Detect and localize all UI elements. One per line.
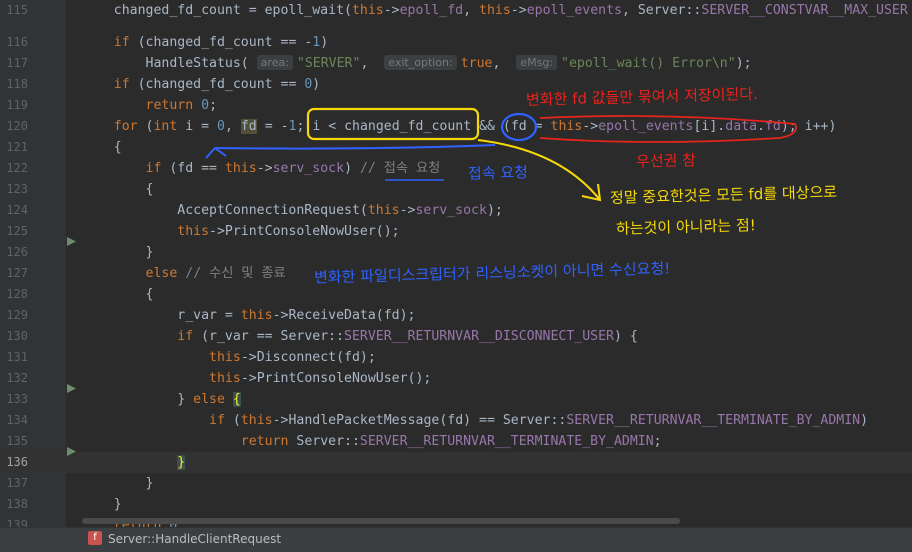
code-line[interactable]: 117 HandleStatus( area: "SERVER", exit_op…	[0, 53, 912, 74]
line-number: 120	[6, 119, 28, 133]
code-line[interactable]: 133 } else {	[0, 389, 912, 410]
line-number: 128	[6, 287, 28, 301]
code-line[interactable]: 131 this->Disconnect(fd);	[0, 347, 912, 368]
code-line[interactable]: 137 }	[0, 473, 912, 494]
line-number: 129	[6, 308, 28, 322]
param-hint-emsg: eMsg:	[516, 55, 558, 70]
line-number: 121	[6, 140, 28, 154]
line-number: 117	[6, 56, 28, 70]
code-text: changed_fd_count = epoll_wait(this->epol…	[82, 3, 908, 18]
line-number: 116	[6, 35, 28, 49]
code-line[interactable]: 138 }	[0, 494, 912, 515]
code-line[interactable]: 128 {	[0, 284, 912, 305]
breadcrumb-function[interactable]: Server::HandleClientRequest	[108, 530, 281, 548]
param-hint-exit-option: exit_option:	[384, 55, 457, 70]
line-number: 132	[6, 371, 28, 385]
code-line[interactable]: 118 if (changed_fd_count == 0)	[0, 74, 912, 95]
code-line[interactable]: 115 changed_fd_count = epoll_wait(this->…	[0, 0, 912, 21]
line-number: 126	[6, 245, 28, 259]
code-line[interactable]: 129 r_var = this->ReceiveData(fd);	[0, 305, 912, 326]
code-line[interactable]: 120 for (int i = 0, fd = -1; i < changed…	[0, 116, 912, 137]
line-number: 118	[6, 77, 28, 91]
fold-arrow-icon[interactable]	[67, 384, 76, 393]
fold-arrow-icon[interactable]	[67, 447, 76, 456]
code-line[interactable]: 134 if (this->HandlePacketMessage(fd) ==…	[0, 410, 912, 431]
line-number: 137	[6, 476, 28, 490]
fold-arrow-icon[interactable]	[67, 237, 76, 246]
param-hint-area: area:	[256, 55, 293, 70]
line-number: 125	[6, 224, 28, 238]
line-number: 138	[6, 497, 28, 511]
code-line[interactable]: 130 if (r_var == Server::SERVER__RETURNV…	[0, 326, 912, 347]
annotation-connect-request: 접속 요청	[467, 163, 529, 183]
line-number: 119	[6, 98, 28, 112]
code-line[interactable]: 126 }	[0, 242, 912, 263]
horizontal-scrollbar[interactable]	[82, 518, 680, 524]
line-number: 139	[6, 518, 28, 527]
comment-connect: // 접속 요청	[359, 161, 441, 176]
line-number: 133	[6, 392, 28, 406]
function-icon: f	[88, 531, 102, 545]
annotation-priority: 우선권 참	[635, 151, 697, 171]
line-number: 136	[6, 455, 28, 469]
code-line[interactable]: 122 if (fd == this->serv_sock) // 접속 요청	[0, 158, 912, 179]
code-line[interactable]: 135 return Server::SERVER__RETURNVAR__TE…	[0, 431, 912, 452]
line-number: 127	[6, 266, 28, 280]
code-line-current[interactable]: 136 }	[0, 452, 912, 473]
code-line[interactable]: 119 return 0;	[0, 95, 912, 116]
code-line[interactable]: 116 if (changed_fd_count == -1)	[0, 32, 912, 53]
line-number: 131	[6, 350, 28, 364]
annotation-important-2: 하는것이 아니라는 점!	[615, 216, 756, 238]
line-number: 124	[6, 203, 28, 217]
line-number: 130	[6, 329, 28, 343]
comment-receive: // 수신 및 종료	[185, 266, 286, 281]
code-line[interactable]: 132 this->PrintConsoleNowUser();	[0, 368, 912, 389]
code-line[interactable]: 125 this->PrintConsoleNowUser();	[0, 221, 912, 242]
line-number: 122	[6, 161, 28, 175]
code-line[interactable]: 121 {	[0, 137, 912, 158]
line-number: 134	[6, 413, 28, 427]
line-number: 115	[6, 3, 28, 17]
line-number: 123	[6, 182, 28, 196]
line-number: 135	[6, 434, 28, 448]
